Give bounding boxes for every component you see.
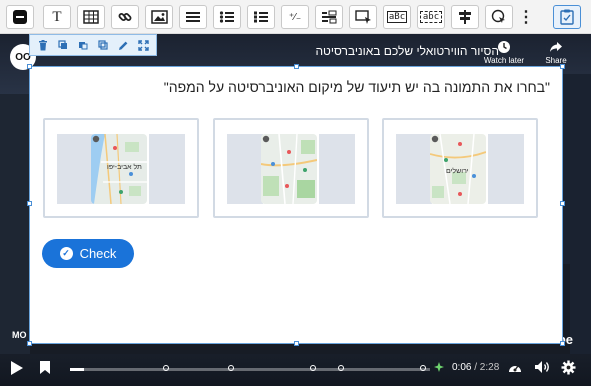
copy-icon[interactable] (55, 37, 71, 53)
bookmark-marker[interactable] (163, 365, 169, 371)
label-tool-button[interactable] (6, 5, 34, 29)
crossroads-tool-button[interactable] (451, 5, 479, 29)
drag-text-tool-button[interactable]: abc (417, 5, 445, 29)
drag-drop-tool-icon (354, 10, 372, 24)
resize-handle[interactable] (560, 64, 565, 69)
fullscreen-icon[interactable] (135, 37, 151, 53)
summary-task-icon (560, 9, 574, 25)
watch-later-button[interactable]: Watch later (478, 40, 530, 65)
check-button[interactable]: ✓ Check (42, 239, 134, 268)
speed-gauge-icon (509, 365, 521, 372)
drag-drop-tool-button[interactable] (349, 5, 377, 29)
table-tool-button[interactable] (77, 5, 105, 29)
link-tool-icon (117, 9, 133, 25)
resize-handle[interactable] (294, 64, 299, 69)
image-padding (57, 134, 93, 204)
map-thumbnail (261, 134, 317, 204)
table-tool-icon (83, 10, 99, 24)
resize-handle[interactable] (27, 341, 32, 346)
crossroads-tool-icon (457, 9, 473, 25)
resize-handle[interactable] (27, 64, 32, 69)
image-option-2[interactable] (213, 118, 369, 218)
bookmark-icon (40, 361, 50, 374)
more-videos-label[interactable]: MO (12, 330, 27, 340)
play-icon (11, 361, 23, 375)
single-choice-tool-button[interactable] (213, 5, 241, 29)
mark-words-tool-icon: aBc (386, 11, 408, 23)
editor-toolbar: T ⁺⁄₋ aBc abc ⋮ (0, 0, 591, 34)
more-tools-icon: ⋮ (518, 9, 534, 26)
mark-words-tool-button[interactable]: aBc (383, 5, 411, 29)
play-button[interactable] (10, 360, 24, 376)
true-false-tool-button[interactable]: ⁺⁄₋ (281, 5, 309, 29)
total-time: / 2:28 (474, 362, 500, 373)
summary-task-button[interactable] (553, 5, 581, 29)
multiple-choice-tool-button[interactable] (247, 5, 275, 29)
bookmarks-button[interactable] (39, 360, 51, 375)
image-option-1[interactable]: תל אביב-יפו (43, 118, 199, 218)
progress-fill (70, 368, 85, 371)
navigation-hotspot-tool-icon (491, 9, 507, 25)
check-icon: ✓ (59, 247, 73, 260)
map-city-label: ירושלים (446, 168, 469, 175)
image-padding (396, 134, 432, 204)
interaction-marker-icon (434, 362, 444, 372)
label-tool-icon (12, 9, 28, 25)
settings-button[interactable] (561, 360, 576, 375)
duplicate-icon[interactable] (95, 37, 111, 53)
current-time: 0:06 (452, 362, 472, 373)
link-tool-button[interactable] (111, 5, 139, 29)
element-edit-toolbar (29, 34, 157, 56)
single-choice-tool-icon (219, 10, 235, 24)
question-overlay[interactable]: "בחרו את התמונה בה יש תיעוד של מיקום האו… (27, 64, 565, 346)
drag-text-tool-icon: abc (419, 11, 443, 23)
share-button[interactable]: Share (530, 40, 582, 65)
playback-rate-button[interactable] (507, 360, 523, 374)
image-padding (227, 134, 263, 204)
statements-tool-icon (185, 10, 201, 24)
more-tools-button[interactable]: ⋮ (517, 5, 535, 29)
multiple-choice-tool-icon (253, 10, 269, 24)
bookmark-marker[interactable] (228, 365, 234, 371)
gear-icon (561, 360, 576, 375)
bookmark-marker[interactable] (338, 365, 344, 371)
mute-button[interactable] (534, 360, 551, 374)
video-title[interactable]: הסיור הווירטואלי שלכם באוניברסיטה (315, 44, 499, 58)
check-button-label: Check (79, 246, 117, 261)
fill-blanks-tool-button[interactable] (315, 5, 343, 29)
delete-icon[interactable] (35, 37, 51, 53)
clock-icon (498, 41, 510, 53)
statements-tool-button[interactable] (179, 5, 207, 29)
resize-handle[interactable] (27, 201, 32, 206)
true-false-tool-icon: ⁺⁄₋ (288, 11, 302, 23)
paste-icon[interactable] (75, 37, 91, 53)
image-padding (149, 134, 185, 204)
edit-pencil-icon[interactable] (115, 37, 131, 53)
navigation-hotspot-tool-button[interactable] (485, 5, 513, 29)
fill-blanks-tool-icon (321, 10, 337, 24)
resize-handle[interactable] (560, 201, 565, 206)
image-padding (319, 134, 355, 204)
timecode: 0:06 / 2:28 (452, 362, 499, 373)
player-controls: 0:06 / 2:28 (0, 352, 591, 386)
volume-icon (535, 361, 549, 373)
map-city-label: תל אביב-יפו (107, 164, 142, 171)
resize-handle[interactable] (560, 341, 565, 346)
text-tool-button[interactable]: T (43, 5, 71, 29)
watch-later-label: Watch later (483, 56, 525, 65)
share-icon (550, 42, 562, 52)
image-tool-button[interactable] (145, 5, 173, 29)
bookmark-marker[interactable] (310, 365, 316, 371)
resize-handle[interactable] (294, 341, 299, 346)
bookmark-marker[interactable] (420, 365, 426, 371)
question-text: "בחרו את התמונה בה יש תיעוד של מיקום האו… (163, 79, 550, 95)
text-tool-icon: T (52, 8, 62, 25)
image-padding (488, 134, 524, 204)
progress-bar[interactable] (70, 365, 430, 371)
image-option-3[interactable]: ירושלים (382, 118, 538, 218)
image-tool-icon (150, 10, 168, 24)
background-building (0, 94, 30, 354)
